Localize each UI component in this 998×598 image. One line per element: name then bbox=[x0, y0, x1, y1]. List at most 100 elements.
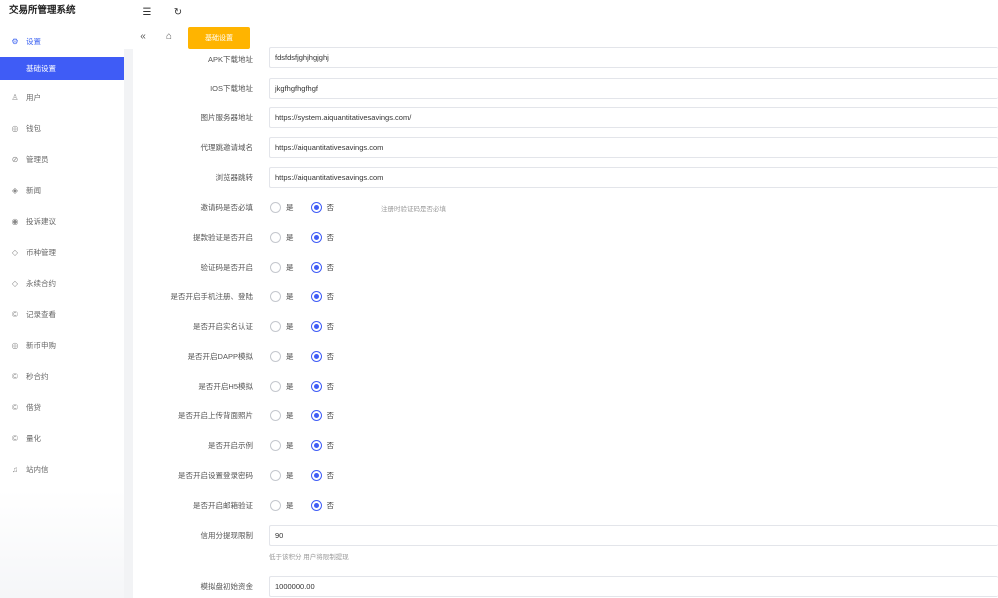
radio-yes[interactable] bbox=[270, 202, 281, 213]
sidebar-item-label: 投诉建议 bbox=[26, 217, 56, 226]
radio-no[interactable] bbox=[310, 262, 322, 273]
radio-no-label: 否 bbox=[326, 203, 335, 212]
radio-no[interactable] bbox=[310, 440, 322, 451]
radio-yes-label: 是 bbox=[286, 382, 294, 391]
radio-yes[interactable] bbox=[270, 262, 281, 273]
sidebar-item-loan[interactable]: © 借贷 bbox=[0, 392, 124, 423]
menu-toggle-icon[interactable]: ☰ bbox=[140, 5, 154, 19]
radio-yes-label: 是 bbox=[286, 203, 294, 212]
coin-icon: © bbox=[12, 372, 18, 381]
coin-icon: © bbox=[12, 434, 18, 443]
radio-yes-label: 是 bbox=[286, 263, 294, 272]
sidebar-subitem-basic-settings[interactable]: 基础设置 bbox=[0, 57, 124, 80]
radio-yes[interactable] bbox=[270, 351, 281, 362]
diamond-icon: ◇ bbox=[11, 248, 19, 257]
h5-label: 是否开启H5模拟 bbox=[198, 382, 253, 391]
eye-icon: ◉ bbox=[11, 217, 19, 226]
sidebar-item-label: 用户 bbox=[26, 93, 41, 102]
sidebar-item-label: 设置 bbox=[26, 37, 41, 46]
withdraw-verify-label: 提款验证是否开启 bbox=[193, 233, 253, 242]
sidebar-item-complaints[interactable]: ◉ 投诉建议 bbox=[0, 206, 124, 237]
sidebar-item-records[interactable]: © 记录查看 bbox=[0, 299, 124, 330]
radio-yes-label: 是 bbox=[286, 501, 294, 510]
sidebar-item-label: 新闻 bbox=[26, 186, 41, 195]
radio-yes[interactable] bbox=[270, 321, 281, 332]
credit-limit-input[interactable]: 90 bbox=[269, 525, 998, 546]
shield-icon: ⊘ bbox=[11, 155, 19, 164]
withdraw-verify-radio-group: 是 否 bbox=[270, 232, 351, 243]
ios-url-label: IOS下载地址 bbox=[210, 84, 253, 93]
coin-icon: ◎ bbox=[11, 341, 19, 350]
radio-no-label: 否 bbox=[326, 322, 335, 331]
sidebar-item-new-coin[interactable]: ◎ 新币申购 bbox=[0, 330, 124, 361]
home-icon[interactable]: ⌂ bbox=[162, 30, 176, 44]
invite-required-label: 邀请码是否必填 bbox=[200, 203, 254, 212]
img-server-input[interactable]: https://system.aiquantitativesavings.com… bbox=[269, 107, 998, 128]
captcha-radio-group: 是 否 bbox=[270, 262, 351, 273]
browser-jump-label: 浏览器跳转 bbox=[215, 173, 254, 182]
radio-yes[interactable] bbox=[270, 470, 281, 481]
sidebar-item-currency[interactable]: ◇ 币种管理 bbox=[0, 237, 124, 268]
radio-no[interactable] bbox=[310, 381, 322, 392]
radio-no-label: 否 bbox=[326, 471, 335, 480]
radio-yes[interactable] bbox=[270, 440, 281, 451]
gear-icon: ⚙ bbox=[11, 37, 19, 46]
radio-no[interactable] bbox=[310, 351, 322, 362]
collapse-tabs-icon[interactable]: « bbox=[136, 30, 150, 44]
radio-yes[interactable] bbox=[270, 410, 281, 421]
radio-no-label: 否 bbox=[326, 352, 335, 361]
img-server-label: 图片服务器地址 bbox=[200, 113, 254, 122]
back-photo-label: 是否开启上传背面照片 bbox=[178, 411, 253, 420]
tab-basic-settings[interactable]: 基础设置 bbox=[188, 26, 250, 49]
radio-no-label: 否 bbox=[326, 263, 335, 272]
radio-no[interactable] bbox=[310, 470, 322, 481]
sidebar-item-users[interactable]: ♙ 用户 bbox=[0, 82, 124, 113]
refresh-icon[interactable]: ↻ bbox=[171, 5, 185, 19]
sidebar-item-admins[interactable]: ⊘ 管理员 bbox=[0, 144, 124, 175]
sidebar-item-label: 钱包 bbox=[26, 124, 41, 133]
ios-url-input[interactable]: jkgfhgfhgfhgf bbox=[269, 78, 998, 99]
invite-required-hint: 注册时验证码是否必填 bbox=[381, 205, 446, 213]
invite-required-radio-group: 是 否 bbox=[270, 202, 351, 213]
radio-yes[interactable] bbox=[270, 291, 281, 302]
sidebar-item-wallet[interactable]: ◎ 钱包 bbox=[0, 113, 124, 144]
phone-register-label: 是否开启手机注册、登陆 bbox=[170, 292, 254, 301]
sim-funds-input[interactable]: 1000000.00 bbox=[269, 576, 998, 597]
invite-domain-input[interactable]: https://aiquantitativesavings.com bbox=[269, 137, 998, 158]
demo-radio-group: 是 否 bbox=[270, 440, 351, 451]
sidebar-item-quant[interactable]: © 量化 bbox=[0, 423, 124, 454]
sidebar-item-perpetual[interactable]: ◇ 永续合约 bbox=[0, 268, 124, 299]
apk-url-input[interactable]: fdsfdsfjghjhgjghj bbox=[269, 47, 998, 68]
radio-no[interactable] bbox=[310, 321, 322, 332]
dapp-label: 是否开启DAPP模拟 bbox=[187, 352, 253, 361]
sidebar-item-news[interactable]: ◈ 新闻 bbox=[0, 175, 124, 206]
sidebar-item-second-contract[interactable]: © 秒合约 bbox=[0, 361, 124, 392]
email-verify-label: 是否开启邮箱验证 bbox=[193, 501, 253, 510]
sidebar-item-messages[interactable]: ♫ 站内信 bbox=[0, 454, 124, 485]
coin-icon: © bbox=[12, 403, 18, 412]
radio-yes[interactable] bbox=[270, 500, 281, 511]
radio-no-label: 否 bbox=[326, 411, 335, 420]
radio-no[interactable] bbox=[310, 291, 322, 302]
sidebar-item-label: 站内信 bbox=[26, 465, 49, 474]
sidebar: 交易所管理系统 ⚙ 设置 基础设置 ♙ 用户 ◎ 钱包 ⊘ 管理员 ◈ 新闻 ◉… bbox=[0, 0, 124, 598]
sidebar-item-label: 秒合约 bbox=[26, 372, 49, 381]
radio-yes[interactable] bbox=[270, 381, 281, 392]
sidebar-item-label: 永续合约 bbox=[26, 279, 56, 288]
radio-no[interactable] bbox=[310, 232, 322, 243]
tabs-bar: « ⌂ 基础设置 bbox=[124, 24, 998, 49]
radio-no[interactable] bbox=[310, 410, 322, 421]
h5-radio-group: 是 否 bbox=[270, 381, 351, 392]
app-title: 交易所管理系统 bbox=[9, 5, 76, 16]
sidebar-item-settings[interactable]: ⚙ 设置 bbox=[0, 26, 124, 57]
radio-no[interactable] bbox=[310, 202, 322, 213]
browser-jump-input[interactable]: https://aiquantitativesavings.com bbox=[269, 167, 998, 188]
radio-no[interactable] bbox=[310, 500, 322, 511]
radio-no-label: 否 bbox=[326, 292, 335, 301]
sidebar-item-label: 记录查看 bbox=[26, 310, 56, 319]
radio-yes[interactable] bbox=[270, 232, 281, 243]
realname-label: 是否开启实名认证 bbox=[193, 322, 253, 331]
sidebar-item-label: 量化 bbox=[26, 434, 41, 443]
radio-no-label: 否 bbox=[326, 382, 335, 391]
bell-icon: ♫ bbox=[12, 465, 18, 474]
